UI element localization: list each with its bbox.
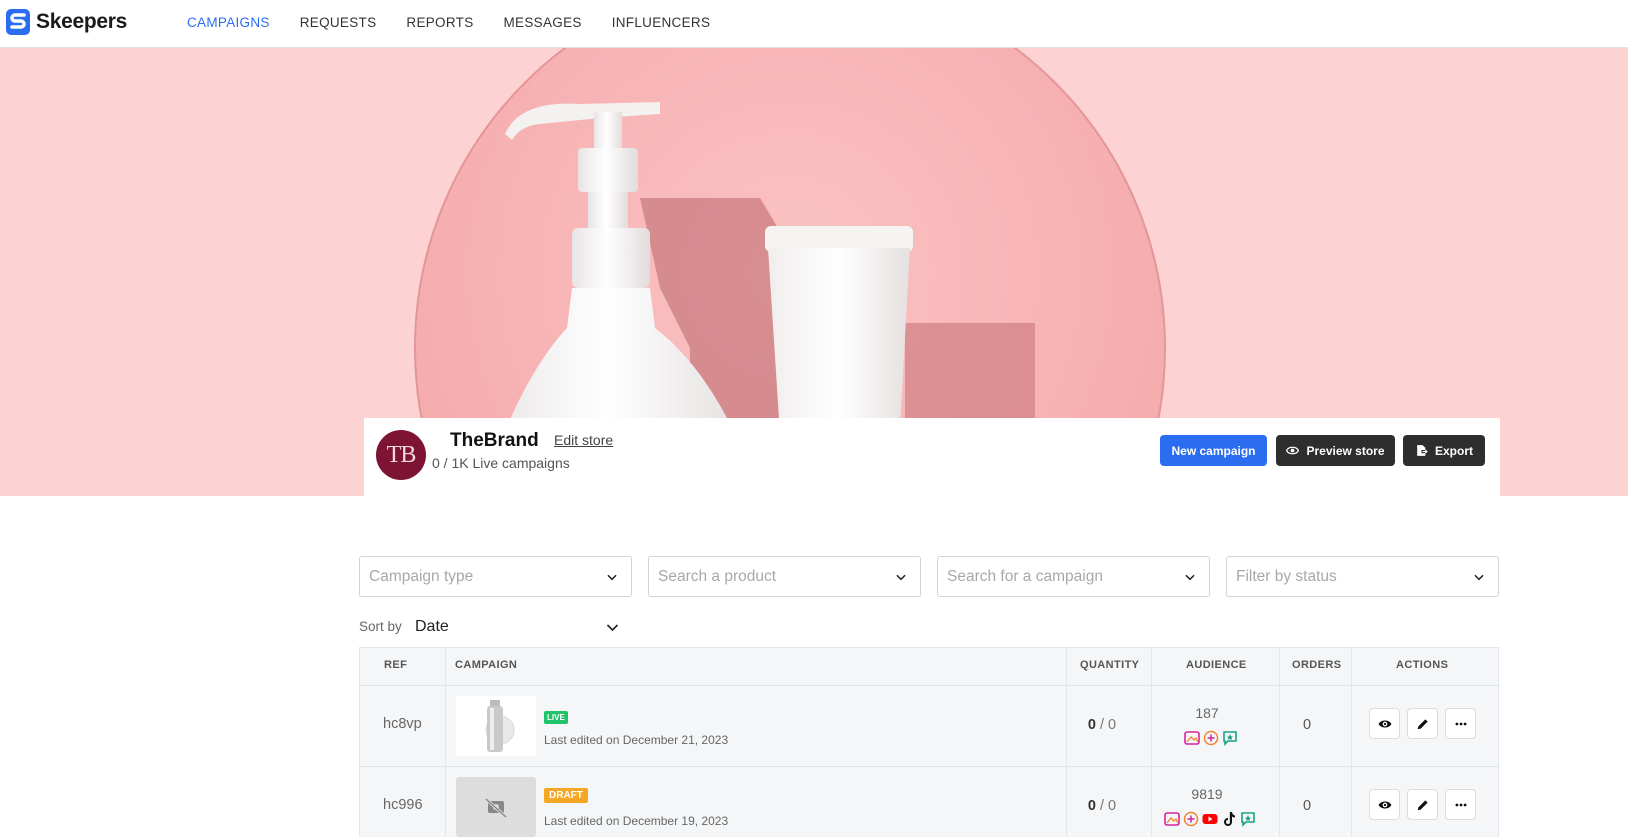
column-divider bbox=[445, 648, 446, 837]
chevron-down-icon bbox=[1474, 574, 1484, 581]
store-header-card: TB TheBrand Edit store 0 / 1K Live campa… bbox=[364, 418, 1500, 496]
more-options-button[interactable] bbox=[1445, 789, 1476, 820]
row-divider bbox=[360, 766, 1500, 767]
quantity-total: 0 bbox=[1108, 717, 1117, 733]
quantity-separator: / bbox=[1095, 798, 1109, 814]
sort-select[interactable]: Date bbox=[415, 614, 620, 640]
more-horizontal-icon bbox=[1455, 722, 1466, 725]
audience-count: 9819 bbox=[1191, 786, 1223, 802]
quantity-used: 0 bbox=[1087, 717, 1096, 733]
nav-reports[interactable]: REPORTS bbox=[406, 15, 473, 30]
campaigns-table: REF CAMPAIGN QUANTITY AUDIENCE ORDERS AC… bbox=[359, 647, 1500, 837]
chevron-down-icon bbox=[896, 574, 906, 581]
pencil-icon bbox=[1417, 718, 1428, 729]
quantity-value: 0 / 0 bbox=[1061, 717, 1143, 733]
campaign-type-select[interactable]: Campaign type bbox=[359, 556, 632, 597]
quantity-used: 0 bbox=[1087, 798, 1096, 814]
search-campaign-placeholder: Search for a campaign bbox=[947, 568, 1103, 585]
search-product-select[interactable]: Search a product bbox=[648, 556, 921, 597]
pencil-icon bbox=[1417, 799, 1428, 810]
orders-count: 0 bbox=[1302, 798, 1312, 814]
sort-by-label: Sort by bbox=[359, 619, 402, 634]
edit-button[interactable] bbox=[1407, 789, 1438, 820]
chevron-down-icon bbox=[607, 574, 617, 581]
header-campaign: CAMPAIGN bbox=[455, 659, 518, 671]
audience-platforms bbox=[1164, 811, 1256, 827]
plus-circle-icon bbox=[1183, 811, 1199, 827]
main-nav: CAMPAIGNS REQUESTS REPORTS MESSAGES INFL… bbox=[187, 15, 710, 30]
chat-star-icon bbox=[1241, 812, 1255, 827]
product-thumbnail bbox=[456, 696, 536, 756]
header-divider bbox=[360, 685, 1500, 686]
chevron-down-icon bbox=[606, 624, 619, 632]
export-button[interactable]: Export bbox=[1403, 435, 1485, 466]
no-image-icon bbox=[484, 797, 508, 819]
nav-campaigns[interactable]: CAMPAIGNS bbox=[187, 15, 270, 30]
tiktok-icon bbox=[1224, 812, 1235, 826]
view-button[interactable] bbox=[1369, 789, 1400, 820]
quantity-value: 0 / 0 bbox=[1061, 798, 1143, 814]
edit-store-link[interactable]: Edit store bbox=[554, 432, 613, 448]
search-campaign-select[interactable]: Search for a campaign bbox=[937, 556, 1210, 597]
last-edited-text: Last edited on December 21, 2023 bbox=[544, 733, 729, 747]
last-edited-text: Last edited on December 19, 2023 bbox=[544, 814, 729, 828]
sort-value: Date bbox=[415, 618, 449, 635]
eye-icon bbox=[1286, 446, 1300, 455]
image-icon bbox=[1164, 812, 1180, 826]
skeepers-logo[interactable]: Skeepers bbox=[6, 9, 127, 35]
plus-circle-icon bbox=[1203, 730, 1219, 746]
column-divider bbox=[1151, 648, 1152, 837]
eye-icon bbox=[1378, 801, 1391, 808]
quantity-separator: / bbox=[1095, 717, 1109, 733]
top-navbar: Skeepers CAMPAIGNS REQUESTS REPORTS MESS… bbox=[0, 0, 1628, 48]
status-badge: LIVE bbox=[544, 711, 568, 724]
filter-status-placeholder: Filter by status bbox=[1236, 568, 1337, 585]
status-badge: DRAFT bbox=[544, 788, 588, 803]
more-horizontal-icon bbox=[1455, 803, 1466, 806]
header-orders: ORDERS bbox=[1292, 659, 1342, 671]
youtube-icon bbox=[1202, 814, 1218, 824]
quantity-total: 0 bbox=[1108, 798, 1117, 814]
product-thumbnail-placeholder bbox=[456, 777, 536, 837]
filter-status-select[interactable]: Filter by status bbox=[1226, 556, 1499, 597]
header-actions: ACTIONS bbox=[1396, 659, 1449, 671]
audience-count: 187 bbox=[1195, 705, 1219, 721]
column-divider bbox=[1351, 648, 1352, 837]
store-name: TheBrand bbox=[450, 430, 539, 451]
nav-influencers[interactable]: INFLUENCERS bbox=[612, 15, 711, 30]
row-ref: hc8vp bbox=[383, 716, 422, 732]
search-product-placeholder: Search a product bbox=[658, 568, 777, 585]
row-ref: hc996 bbox=[383, 797, 423, 813]
preview-store-label: Preview store bbox=[1306, 443, 1385, 458]
new-campaign-label: New campaign bbox=[1171, 443, 1256, 458]
nav-messages[interactable]: MESSAGES bbox=[504, 15, 582, 30]
eye-icon bbox=[1378, 720, 1391, 727]
skeepers-logo-icon bbox=[6, 9, 30, 35]
orders-count: 0 bbox=[1302, 717, 1312, 733]
header-quantity: QUANTITY bbox=[1080, 659, 1140, 671]
view-button[interactable] bbox=[1369, 708, 1400, 739]
export-file-icon bbox=[1417, 445, 1428, 456]
preview-store-button[interactable]: Preview store bbox=[1276, 435, 1395, 466]
image-icon bbox=[1184, 731, 1200, 745]
header-ref: REF bbox=[384, 659, 408, 671]
brand-name: Skeepers bbox=[36, 10, 128, 33]
audience-platforms bbox=[1184, 730, 1238, 746]
chat-star-icon bbox=[1223, 731, 1237, 746]
export-label: Export bbox=[1434, 443, 1473, 458]
nav-requests[interactable]: REQUESTS bbox=[300, 15, 377, 30]
chevron-down-icon bbox=[1185, 574, 1195, 581]
more-options-button[interactable] bbox=[1445, 708, 1476, 739]
campaign-type-placeholder: Campaign type bbox=[369, 568, 474, 585]
header-audience: AUDIENCE bbox=[1186, 659, 1247, 671]
edit-button[interactable] bbox=[1407, 708, 1438, 739]
store-avatar: TB bbox=[376, 430, 426, 480]
new-campaign-button[interactable]: New campaign bbox=[1160, 435, 1267, 466]
live-campaigns-count: 0 / 1K Live campaigns bbox=[432, 455, 570, 471]
